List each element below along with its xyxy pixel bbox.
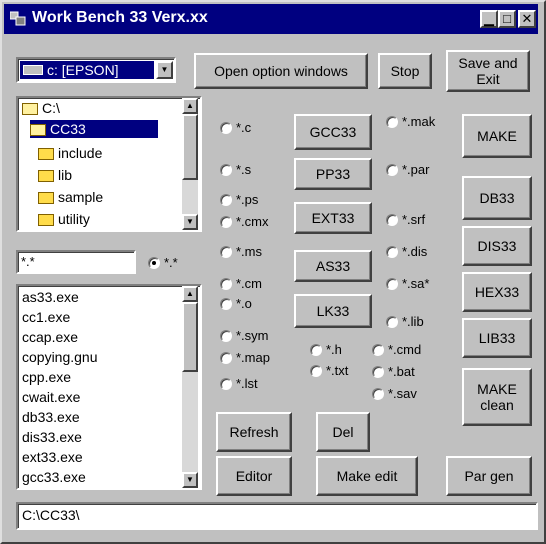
- radio-par[interactable]: *.par: [386, 162, 429, 177]
- path-field[interactable]: C:\CC33\: [16, 502, 538, 530]
- path-text: C:\CC33\: [22, 507, 80, 523]
- radio-map[interactable]: *.map: [220, 350, 270, 365]
- lk33-button[interactable]: LK33: [294, 294, 372, 328]
- file-item[interactable]: copying.gnu: [22, 348, 98, 366]
- lib33-button[interactable]: LIB33: [462, 318, 532, 358]
- drive-icon: [23, 65, 43, 75]
- hex33-button[interactable]: HEX33: [462, 272, 532, 312]
- scroll-thumb[interactable]: [182, 114, 198, 180]
- radio-sav[interactable]: *.sav: [372, 386, 417, 401]
- refresh-button[interactable]: Refresh: [216, 412, 292, 452]
- chevron-down-icon: ▼: [160, 65, 169, 74]
- drive-select[interactable]: c: [EPSON] ▼: [16, 57, 176, 83]
- radio-h[interactable]: *.h: [310, 342, 342, 357]
- file-item[interactable]: cpp.exe: [22, 368, 71, 386]
- filter-input[interactable]: *.*: [16, 250, 136, 274]
- del-button[interactable]: Del: [316, 412, 370, 452]
- make-clean-button[interactable]: MAKE clean: [462, 368, 532, 426]
- folder-item-cc33[interactable]: CC33: [30, 120, 158, 138]
- folder-icon: [38, 148, 54, 160]
- radio-all-files[interactable]: *.*: [148, 255, 178, 270]
- app-icon: [10, 11, 26, 26]
- radio-c[interactable]: *.c: [220, 120, 251, 135]
- radio-txt[interactable]: *.txt: [310, 363, 348, 378]
- save-and-exit-button[interactable]: Save and Exit: [446, 50, 530, 92]
- scroll-thumb[interactable]: [182, 302, 198, 372]
- radio-ps[interactable]: *.ps: [220, 192, 258, 207]
- scroll-up-icon[interactable]: ▲: [182, 98, 198, 114]
- minimize-button[interactable]: ▁: [480, 10, 498, 28]
- radio-cmd[interactable]: *.cmd: [372, 342, 421, 357]
- folder-open-icon: [30, 124, 46, 136]
- ext33-button[interactable]: EXT33: [294, 202, 372, 234]
- folder-item-include[interactable]: include: [38, 144, 102, 162]
- drive-dropdown-button[interactable]: ▼: [156, 61, 173, 79]
- file-list[interactable]: as33.exe cc1.exe ccap.exe copying.gnu cpp.ex…: [16, 284, 202, 490]
- file-item[interactable]: as33.exe: [22, 288, 79, 306]
- gcc33-button[interactable]: GCC33: [294, 114, 372, 150]
- file-item[interactable]: dis33.exe: [22, 428, 82, 446]
- radio-sym[interactable]: *.sym: [220, 328, 269, 343]
- radio-lib[interactable]: *.lib: [386, 314, 424, 329]
- pp33-button[interactable]: PP33: [294, 158, 372, 190]
- minimize-icon: ▁: [484, 11, 494, 26]
- folder-icon: [38, 214, 54, 226]
- radio-mak[interactable]: *.mak: [386, 114, 435, 129]
- maximize-button[interactable]: □: [498, 10, 516, 28]
- dis33-button[interactable]: DIS33: [462, 226, 532, 266]
- folder-item-root[interactable]: C:\: [22, 99, 60, 117]
- file-item[interactable]: cwait.exe: [22, 388, 80, 406]
- make-edit-button[interactable]: Make edit: [316, 456, 418, 496]
- as33-button[interactable]: AS33: [294, 250, 372, 282]
- radio-sa[interactable]: *.sa*: [386, 276, 429, 291]
- file-item[interactable]: cc1.exe: [22, 308, 70, 326]
- radio-lst[interactable]: *.lst: [220, 376, 258, 391]
- scroll-down-icon[interactable]: ▼: [182, 472, 198, 488]
- folder-tree[interactable]: C:\ CC33 include lib sample utility ▲ ▼: [16, 96, 202, 232]
- radio-dis[interactable]: *.dis: [386, 244, 427, 259]
- file-scrollbar[interactable]: ▲ ▼: [182, 286, 198, 488]
- radio-s[interactable]: *.s: [220, 162, 251, 177]
- stop-button[interactable]: Stop: [378, 53, 432, 89]
- scroll-down-icon[interactable]: ▼: [182, 214, 198, 230]
- maximize-icon: □: [503, 11, 511, 26]
- drive-selected: c: [EPSON]: [20, 61, 154, 79]
- file-item[interactable]: ext33.exe: [22, 448, 83, 466]
- par-gen-button[interactable]: Par gen: [446, 456, 532, 496]
- title-bar[interactable]: Work Bench 33 Verx.xx ▁ □ ✕: [4, 4, 538, 34]
- radio-ms[interactable]: *.ms: [220, 244, 262, 259]
- file-item[interactable]: db33.exe: [22, 408, 80, 426]
- folder-icon: [38, 192, 54, 204]
- radio-selected-icon: [148, 256, 160, 269]
- folder-scrollbar[interactable]: ▲ ▼: [182, 98, 198, 230]
- folder-item-sample[interactable]: sample: [38, 188, 103, 206]
- scroll-up-icon[interactable]: ▲: [182, 286, 198, 302]
- folder-item-lib[interactable]: lib: [38, 166, 72, 184]
- file-item[interactable]: ccap.exe: [22, 328, 78, 346]
- close-icon: ✕: [521, 11, 533, 26]
- close-button[interactable]: ✕: [518, 10, 536, 28]
- db33-button[interactable]: DB33: [462, 176, 532, 220]
- open-option-windows-button[interactable]: Open option windows: [194, 53, 368, 89]
- editor-button[interactable]: Editor: [216, 456, 292, 496]
- file-item[interactable]: gcc33.exe: [22, 468, 86, 486]
- folder-open-icon: [22, 103, 38, 115]
- radio-bat[interactable]: *.bat: [372, 364, 415, 379]
- folder-item-utility[interactable]: utility: [38, 210, 90, 228]
- make-button[interactable]: MAKE: [462, 114, 532, 158]
- drive-label: c: [EPSON]: [47, 62, 119, 78]
- window-title: Work Bench 33 Verx.xx: [32, 9, 208, 26]
- radio-srf[interactable]: *.srf: [386, 212, 425, 227]
- radio-o[interactable]: *.o: [220, 296, 252, 311]
- folder-icon: [38, 170, 54, 182]
- radio-cmx[interactable]: *.cmx: [220, 214, 269, 229]
- radio-cm[interactable]: *.cm: [220, 276, 262, 291]
